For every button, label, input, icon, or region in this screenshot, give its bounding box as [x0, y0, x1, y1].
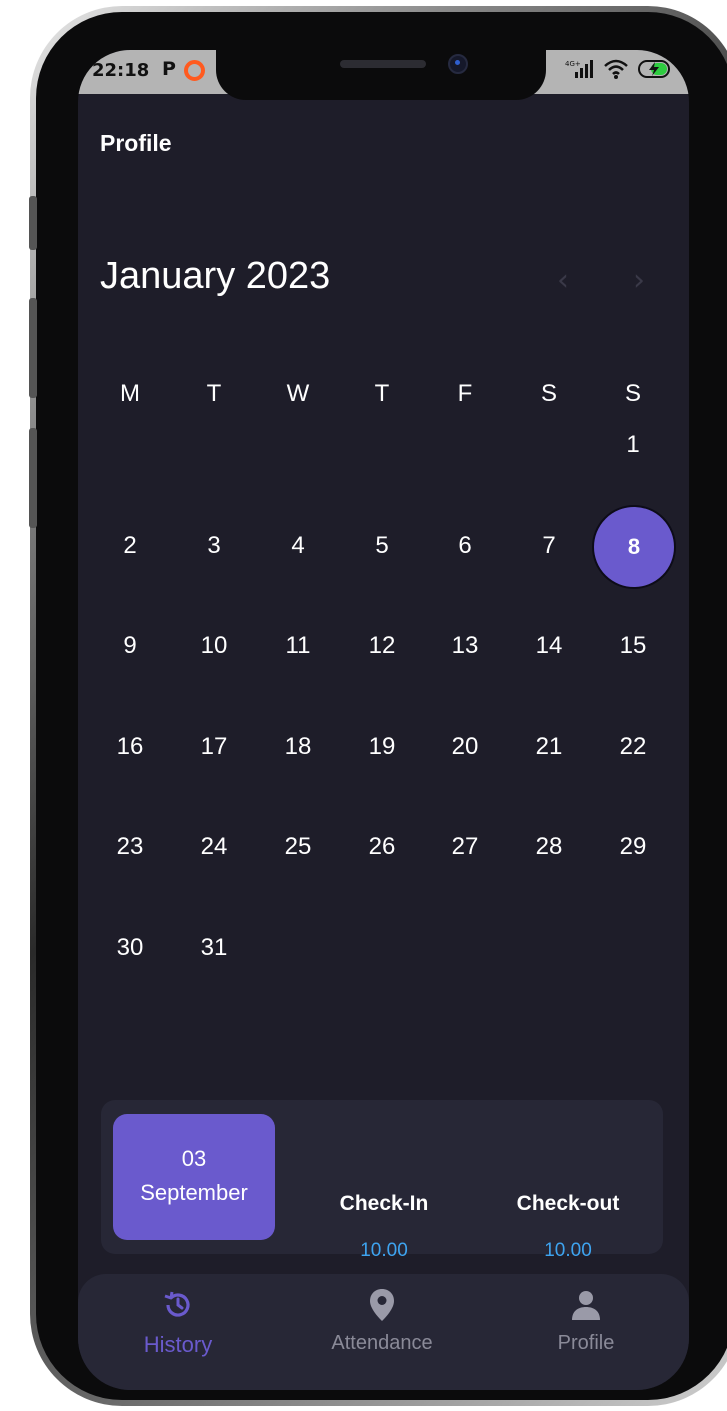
calendar-day[interactable]: 22 — [598, 733, 668, 761]
calendar-day[interactable]: 4 — [263, 532, 333, 560]
battery-charging-icon — [638, 60, 670, 78]
calendar-day[interactable]: 30 — [95, 934, 165, 962]
calendar-day[interactable]: 1 — [598, 431, 668, 459]
weekday-label: M — [120, 380, 140, 407]
calendar-day[interactable]: 18 — [263, 733, 333, 761]
calendar-day[interactable]: 15 — [598, 632, 668, 660]
location-pin-icon — [302, 1288, 462, 1322]
calendar-month-title: January 2023 — [100, 255, 331, 297]
calendar-day[interactable]: 27 — [430, 833, 500, 861]
status-time: 22:18 — [92, 60, 150, 81]
attendance-summary-card: 03 September — [101, 1100, 663, 1254]
calendar-day[interactable]: 13 — [430, 632, 500, 660]
front-camera — [448, 54, 468, 74]
check-out-label: Check-out — [516, 1192, 620, 1215]
summary-date-box[interactable]: 03 September — [113, 1114, 275, 1240]
calendar-day[interactable]: 2 — [95, 532, 165, 560]
nav-item-attendance[interactable]: Attendance — [302, 1288, 462, 1355]
weekday-label: T — [374, 380, 390, 407]
nav-label-history: History — [143, 1332, 213, 1357]
signal-icon: 4G+ — [565, 60, 593, 78]
svg-text:4G+: 4G+ — [565, 60, 581, 68]
earpiece-speaker — [340, 60, 426, 68]
calendar-day[interactable]: 26 — [347, 833, 417, 861]
calendar-day[interactable]: 19 — [347, 733, 417, 761]
calendar-day[interactable]: 3 — [179, 532, 249, 560]
calendar-day[interactable]: 21 — [514, 733, 584, 761]
opera-icon — [184, 60, 205, 81]
nav-label-attendance: Attendance — [331, 1332, 433, 1354]
calendar-day[interactable]: 25 — [263, 833, 333, 861]
calendar-day[interactable]: 24 — [179, 833, 249, 861]
page-title: Profile — [100, 130, 172, 156]
calendar-day[interactable]: 5 — [347, 532, 417, 560]
weekday-label: T — [206, 380, 222, 407]
status-right-icons: 4G+ — [565, 58, 675, 80]
history-icon — [98, 1288, 258, 1322]
calendar-day[interactable]: 6 — [430, 532, 500, 560]
chevron-right-icon[interactable]: › — [626, 264, 652, 298]
bottom-nav: History Attendance Profile — [78, 1274, 689, 1390]
check-in-value: 10.00 — [360, 1240, 408, 1261]
person-icon — [506, 1288, 666, 1322]
calendar-day[interactable]: 16 — [95, 733, 165, 761]
calendar-day-selected[interactable]: 8 — [592, 505, 676, 589]
phone-volume-down — [29, 428, 37, 528]
weekday-label: S — [540, 380, 557, 407]
nav-label-profile: Profile — [557, 1332, 615, 1354]
nav-item-history[interactable]: History — [98, 1288, 258, 1358]
weekday-label: F — [457, 380, 473, 407]
calendar-day[interactable]: 9 — [95, 632, 165, 660]
phone-mute-switch — [29, 196, 37, 250]
nav-item-profile[interactable]: Profile — [506, 1288, 666, 1355]
calendar-day[interactable]: 11 — [263, 632, 333, 660]
summary-day: 03 — [181, 1146, 207, 1171]
weekday-label: S — [624, 380, 641, 407]
calendar-day[interactable]: 20 — [430, 733, 500, 761]
calendar-day[interactable]: 12 — [347, 632, 417, 660]
phone-volume-up — [29, 298, 37, 398]
p-icon: P — [162, 58, 176, 80]
app-screen: 22:18 P 4G+ Profile January 2023 ‹ › M T… — [78, 50, 689, 1390]
check-out-value: 10.00 — [544, 1240, 592, 1261]
check-in-label: Check-In — [339, 1192, 429, 1215]
summary-month: September — [140, 1180, 248, 1205]
calendar-day[interactable]: 31 — [179, 934, 249, 962]
calendar-day[interactable]: 29 — [598, 833, 668, 861]
calendar-day[interactable]: 28 — [514, 833, 584, 861]
chevron-left-icon[interactable]: ‹ — [550, 264, 576, 298]
calendar-day[interactable]: 23 — [95, 833, 165, 861]
phone-notch — [216, 50, 546, 100]
calendar-day[interactable]: 14 — [514, 632, 584, 660]
wifi-icon — [604, 59, 628, 79]
calendar-day[interactable]: 17 — [179, 733, 249, 761]
calendar-day[interactable]: 7 — [514, 532, 584, 560]
weekday-label: W — [286, 380, 310, 407]
calendar-day[interactable]: 10 — [179, 632, 249, 660]
